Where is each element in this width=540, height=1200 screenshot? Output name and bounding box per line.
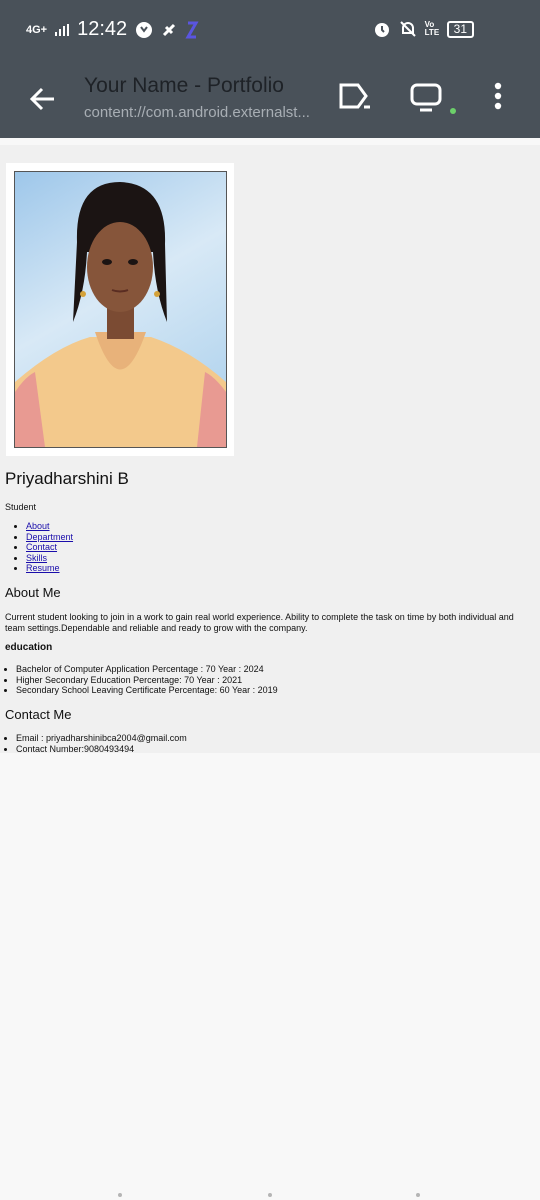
status-time: 12:42 (77, 18, 128, 40)
app-notification-icon (185, 21, 199, 38)
education-item: Secondary School Leaving Certificate Per… (16, 685, 278, 696)
profile-photo (6, 163, 234, 456)
page-url: content://com.android.externalst... (84, 104, 310, 121)
browser-toolbar: Your Name - Portfolio content://com.andr… (0, 60, 540, 138)
nav-link-skills[interactable]: Skills (26, 553, 47, 563)
nav-link-department[interactable]: Department (26, 532, 73, 542)
open-in-browser-icon[interactable] (338, 80, 372, 114)
nav-dot-left (118, 1193, 122, 1197)
nav-links: About Department Contact Skills Resume (18, 521, 73, 574)
about-heading: About Me (5, 585, 61, 600)
about-text: Current student looking to join in a wor… (5, 612, 514, 633)
portrait-image (15, 182, 226, 447)
back-arrow-icon[interactable] (26, 82, 60, 116)
nav-item-contact: Contact (26, 542, 73, 553)
nav-item-resume: Resume (26, 563, 73, 574)
nav-item-about: About (26, 521, 73, 532)
education-item: Bachelor of Computer Application Percent… (16, 664, 278, 675)
volte-indicator: Vo LTE (424, 20, 440, 37)
contact-heading: Contact Me (5, 707, 72, 722)
education-item: Higher Secondary Education Percentage: 7… (16, 675, 278, 686)
desktop-view-icon[interactable] (409, 80, 443, 114)
profile-role: Student (5, 502, 37, 512)
contact-phone: Contact Number:9080493494 (16, 744, 187, 755)
active-indicator-dot (450, 108, 456, 114)
network-indicator: 4G+ (26, 23, 48, 36)
battery-indicator: 31 (446, 20, 474, 38)
status-bar: 4G+ 12:42 Vo LTE 31 (0, 0, 540, 60)
education-heading: education (5, 642, 53, 653)
nav-item-department: Department (26, 532, 73, 543)
alarm-icon (374, 23, 389, 37)
nav-item-skills: Skills (26, 553, 73, 564)
education-list: Bachelor of Computer Application Percent… (5, 664, 278, 696)
nav-link-about[interactable]: About (26, 521, 50, 531)
overflow-menu-icon[interactable] (481, 80, 515, 114)
contact-email: Email : priyadharshinibca2004@gmail.com (16, 733, 187, 744)
nav-dot-center (268, 1193, 272, 1197)
signal-icon (55, 23, 70, 36)
page-title: Your Name - Portfolio (84, 74, 284, 97)
nav-link-resume[interactable]: Resume (26, 563, 60, 573)
page-content: Priyadharshini B Student About Departmen… (0, 145, 540, 754)
nav-dot-right (416, 1193, 420, 1197)
contact-list: Email : priyadharshinibca2004@gmail.com … (5, 733, 187, 754)
mute-icon (399, 21, 416, 37)
profile-name: Priyadharshini B (5, 469, 129, 488)
whatsapp-icon (136, 21, 153, 38)
nav-link-contact[interactable]: Contact (26, 542, 57, 552)
connection-icon (163, 23, 176, 36)
